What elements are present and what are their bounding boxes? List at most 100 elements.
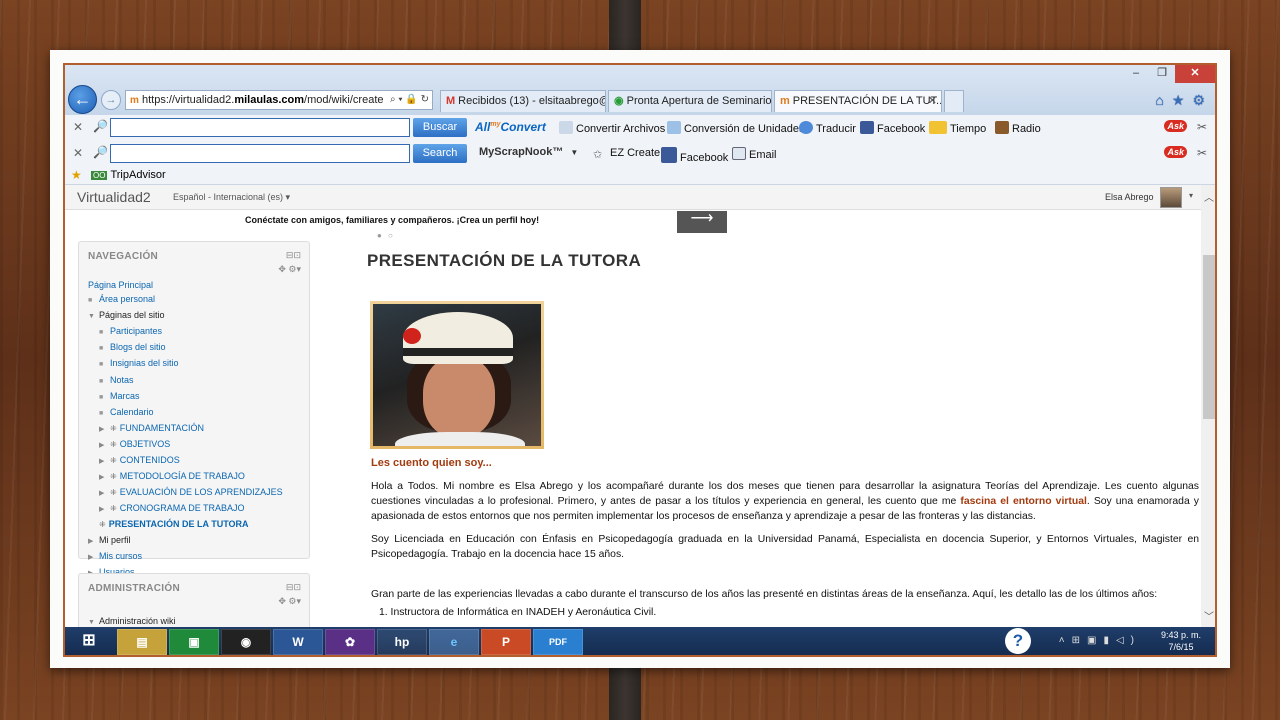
clock[interactable]: 9:43 p. m. 7/6/15 bbox=[1161, 629, 1201, 653]
tab-gmail[interactable]: M Recibidos (13) - elsitaabrego@... bbox=[440, 90, 606, 112]
email-link[interactable]: Email bbox=[732, 147, 777, 161]
allmyconvert-logo[interactable]: AllmyConvert bbox=[475, 120, 546, 134]
tab-close-icon[interactable]: ✕ bbox=[928, 91, 937, 111]
nav-item[interactable]: Página Principal bbox=[88, 278, 283, 292]
dock-icon[interactable]: ⊟⊡ bbox=[286, 250, 301, 261]
favorites-bar: ★ OO TripAdvisor bbox=[65, 167, 1215, 185]
myscrapnook-logo[interactable]: MyScrapNook™ ▼ bbox=[479, 146, 578, 158]
nav-item[interactable]: ■ Calendario bbox=[88, 405, 283, 421]
collapsed-triangle-icon: ▶ bbox=[99, 490, 105, 498]
search-icon: 🔎 bbox=[93, 145, 108, 159]
toolbar-search-input-2[interactable] bbox=[110, 144, 410, 163]
minimize-button[interactable]: – bbox=[1123, 65, 1149, 83]
nav-item[interactable]: ▶ ⁜ OBJETIVOS bbox=[88, 437, 283, 453]
close-toolbar-icon[interactable]: ✕ bbox=[73, 146, 83, 160]
avatar[interactable] bbox=[1160, 187, 1182, 208]
home-icon[interactable]: ⌂ bbox=[1155, 92, 1163, 109]
convertir-archivos-link[interactable]: Convertir Archivos bbox=[559, 121, 665, 135]
pdf-icon[interactable]: PDF bbox=[533, 629, 583, 655]
nav-item[interactable]: ■ Marcas bbox=[88, 389, 283, 405]
tools-icon[interactable]: ✂ bbox=[1197, 146, 1207, 160]
main-region: PRESENTACIÓN DE LA TUTORA Les cuento qui… bbox=[367, 211, 1201, 627]
word-icon[interactable]: W bbox=[273, 629, 323, 655]
nav-item[interactable]: ▶ ⁜ FUNDAMENTACIÓN bbox=[88, 421, 283, 437]
navigation-tree: Página Principal ■ Área personal ▼ Páginas d… bbox=[88, 278, 283, 581]
traducir-link[interactable]: Traducir bbox=[799, 121, 856, 135]
conversion-unidades-link[interactable]: Conversión de Unidades bbox=[667, 121, 804, 135]
scrollbar-thumb[interactable] bbox=[1203, 255, 1215, 419]
hp-icon[interactable]: hp bbox=[377, 629, 427, 655]
nav-item[interactable]: ▶ ⁜ CRONOGRAMA DE TRABAJO bbox=[88, 501, 283, 517]
nav-item[interactable]: ▼ Páginas del sitio bbox=[88, 308, 283, 324]
nav-item[interactable]: ■ Área personal bbox=[88, 292, 283, 308]
nav-item[interactable]: ▶ ⁜ CONTENIDOS bbox=[88, 453, 283, 469]
restore-button[interactable]: ❐ bbox=[1149, 65, 1175, 83]
translate-icon bbox=[799, 121, 813, 134]
scroll-down-icon[interactable]: ﹀ bbox=[1204, 608, 1214, 623]
gear-icon[interactable]: ⚙ bbox=[1192, 92, 1205, 109]
user-name[interactable]: Elsa Abrego bbox=[1105, 192, 1154, 202]
facebook-link-2[interactable]: Facebook bbox=[661, 147, 728, 164]
ez-star-icon: ✩ bbox=[593, 149, 603, 161]
admin-item[interactable]: ▼ Administración wiki bbox=[88, 614, 176, 627]
forward-arrow-icon[interactable]: → bbox=[101, 90, 121, 110]
nav-item[interactable]: ■ Blogs del sitio bbox=[88, 340, 283, 356]
nav-item[interactable]: ▶ ⁜ METODOLOGÍA DE TRABAJO bbox=[88, 469, 283, 485]
store-icon[interactable]: ▣ bbox=[169, 629, 219, 655]
scroll-up-icon[interactable]: ︿ bbox=[1204, 189, 1214, 204]
education-paragraph: Soy Licenciada en Educación con Énfasis … bbox=[371, 534, 1199, 560]
page-content: Conéctate con amigos, familiares y compa… bbox=[65, 211, 1201, 627]
radio-link[interactable]: Radio bbox=[995, 121, 1041, 135]
user-menu-chevron-icon[interactable]: ▾ bbox=[1189, 191, 1193, 200]
address-actions-icon[interactable]: ⌕ ▾ 🔒 ↻ bbox=[387, 91, 429, 109]
ez-create-link[interactable]: ✩ EZ Create bbox=[593, 147, 660, 161]
search-button[interactable]: Search bbox=[413, 144, 467, 163]
system-tray-icons[interactable]: ˄⊞▣▮◁) bbox=[1059, 635, 1141, 646]
experience-paragraph: Gran parte de las experiencias llevadas … bbox=[371, 589, 1158, 600]
new-tab-button[interactable] bbox=[944, 90, 964, 112]
window-controls: – ❐ ✕ bbox=[1123, 65, 1215, 83]
moodle-header: Virtualidad2 Español - Internacional (es… bbox=[65, 185, 1201, 210]
tools-icon[interactable]: ✂ bbox=[1197, 120, 1207, 134]
nav-item[interactable]: ■ Notas bbox=[88, 373, 283, 389]
ask-icon[interactable]: Ask bbox=[1164, 146, 1187, 158]
nav-item[interactable]: ▶ Mis cursos bbox=[88, 549, 283, 565]
back-arrow-icon[interactable]: ← bbox=[68, 85, 97, 114]
address-bar[interactable]: m https://virtualidad2.milaulas.com/mod/… bbox=[125, 90, 433, 110]
camera-icon[interactable]: ◉ bbox=[221, 629, 271, 655]
close-button[interactable]: ✕ bbox=[1175, 65, 1215, 83]
site-brand[interactable]: Virtualidad2 bbox=[77, 189, 151, 205]
tripadvisor-link[interactable]: OO TripAdvisor bbox=[91, 169, 166, 181]
photos-icon[interactable]: ✿ bbox=[325, 629, 375, 655]
move-settings-icon[interactable]: ✥ ⚙▾ bbox=[278, 264, 301, 275]
nav-item[interactable]: ■ Insignias del sitio bbox=[88, 356, 283, 372]
favorites-star-icon[interactable]: ★ bbox=[71, 168, 82, 182]
buscar-button[interactable]: Buscar bbox=[413, 118, 467, 137]
ask-icon[interactable]: Ask bbox=[1164, 120, 1187, 132]
file-explorer-icon[interactable]: ▤ bbox=[117, 629, 167, 655]
powerpoint-icon[interactable]: P bbox=[481, 629, 531, 655]
chevron-down-icon[interactable]: ▼ bbox=[570, 148, 578, 157]
language-selector[interactable]: Español - Internacional (es) ▾ bbox=[173, 192, 290, 203]
wiki-icon: ⁜ bbox=[110, 488, 117, 498]
nav-item[interactable]: ■ Participantes bbox=[88, 324, 283, 340]
move-settings-icon[interactable]: ✥ ⚙▾ bbox=[278, 596, 301, 607]
nav-item[interactable]: ▶ Mi perfil bbox=[88, 533, 283, 549]
favorites-star-icon[interactable]: ★ bbox=[1172, 92, 1185, 109]
tab-presentacion[interactable]: m PRESENTACIÓN DE LA TUT... ✕ bbox=[774, 90, 942, 112]
radio-icon bbox=[995, 121, 1009, 134]
bullet-icon: ■ bbox=[88, 297, 93, 305]
tab-seminario[interactable]: ◉ Pronta Apertura de Seminario ... bbox=[608, 90, 772, 112]
toolbar-search-input[interactable] bbox=[110, 118, 410, 137]
windows-start-icon[interactable]: ⊞ bbox=[69, 629, 109, 655]
envelope-icon bbox=[732, 147, 746, 160]
nav-item[interactable]: ⁜ PRESENTACIÓN DE LA TUTORA bbox=[88, 517, 283, 532]
tiempo-link[interactable]: Tiempo bbox=[929, 121, 986, 135]
page-scrollbar[interactable]: ︿ ﹀ bbox=[1201, 185, 1215, 627]
nav-item[interactable]: ▶ ⁜ EVALUACIÓN DE LOS APRENDIZAJES bbox=[88, 485, 283, 501]
facebook-link[interactable]: Facebook bbox=[860, 121, 925, 135]
internet-explorer-icon[interactable]: e bbox=[429, 629, 479, 655]
close-toolbar-icon[interactable]: ✕ bbox=[73, 120, 83, 134]
dock-icon[interactable]: ⊟⊡ bbox=[286, 582, 301, 593]
help-icon[interactable]: ? bbox=[1005, 628, 1031, 654]
